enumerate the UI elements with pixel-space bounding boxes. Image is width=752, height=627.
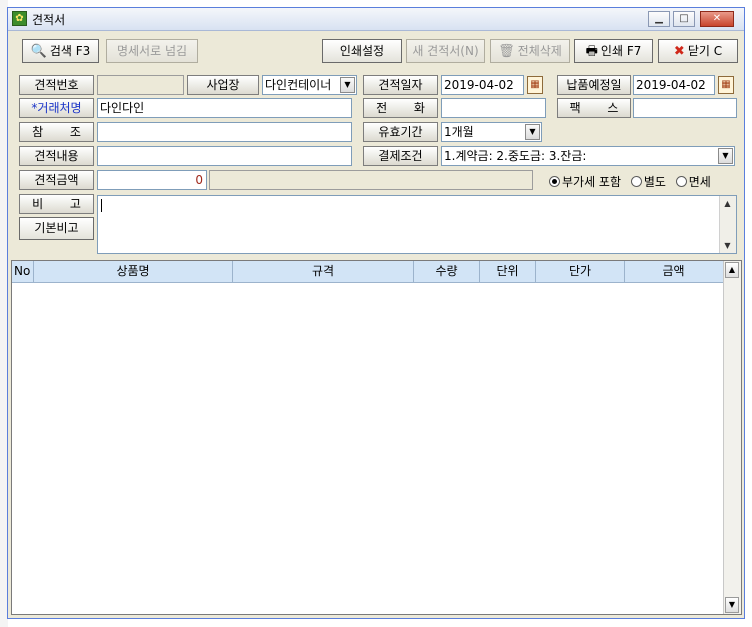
delivery-date-field[interactable]: 2019-04-02 bbox=[633, 75, 715, 95]
validity-label: 유효기간 bbox=[363, 122, 438, 142]
column-header[interactable]: 수량 bbox=[414, 261, 480, 282]
phone-field[interactable] bbox=[441, 98, 546, 118]
validity-value: 1개월 bbox=[444, 125, 474, 139]
close-button-label: 닫기 C bbox=[687, 44, 723, 58]
trash-icon: 🗑 bbox=[498, 43, 515, 59]
search-button-label: 검색 F3 bbox=[49, 44, 91, 58]
print-settings-label: 인쇄설정 bbox=[339, 44, 385, 58]
window-title: 견적서 bbox=[32, 13, 66, 27]
business-label: 사업장 bbox=[187, 75, 259, 95]
payment-select[interactable]: 1.계약금: 2.중도금: 3.잔금: ▼ bbox=[441, 146, 735, 166]
vat-separate-option[interactable]: 별도 bbox=[630, 175, 666, 189]
radio-selected-icon[interactable] bbox=[549, 176, 560, 187]
items-grid[interactable]: No 상품명 규격 수량 단위 단가 금액 ▲ ▼ bbox=[11, 260, 742, 615]
quote-date-label: 견적일자 bbox=[363, 75, 438, 95]
vat-exempt-label: 면세 bbox=[688, 175, 711, 189]
print-button-label: 인쇄 F7 bbox=[600, 44, 642, 58]
quote-no-label: 견적번호 bbox=[19, 75, 94, 95]
quote-date-field[interactable]: 2019-04-02 bbox=[441, 75, 524, 95]
scroll-up-icon[interactable]: ▲ bbox=[720, 196, 735, 211]
chevron-down-icon[interactable]: ▼ bbox=[525, 124, 540, 140]
print-settings-button[interactable]: 인쇄설정 bbox=[322, 39, 402, 63]
business-select[interactable]: 다인컨테이너 ▼ bbox=[262, 75, 357, 95]
column-header[interactable]: 금액 bbox=[625, 261, 722, 282]
amount-field[interactable]: 0 bbox=[97, 170, 207, 190]
vat-include-label: 부가세 포함 bbox=[562, 175, 622, 189]
delete-all-button[interactable]: 🗑 전체삭제 bbox=[490, 39, 570, 63]
app-icon: ✿ bbox=[12, 11, 27, 26]
chevron-down-icon[interactable]: ▼ bbox=[718, 148, 733, 164]
fax-label: 팩 스 bbox=[557, 98, 631, 118]
chevron-down-icon[interactable]: ▼ bbox=[340, 77, 355, 93]
quote-window: ✿ 견적서 ▁ □ ✕ 🔍 검색 F3 명세서로 넘김 인쇄설정 새 견적서(N)… bbox=[7, 7, 745, 619]
grid-header: No 상품명 규격 수량 단위 단가 금액 bbox=[12, 261, 724, 283]
fax-field[interactable] bbox=[633, 98, 737, 118]
client-field[interactable]: 다인다인 bbox=[97, 98, 352, 118]
quote-no-field[interactable] bbox=[97, 75, 184, 95]
calendar-icon[interactable]: ▦ bbox=[527, 76, 543, 94]
minimize-button[interactable]: ▁ bbox=[648, 11, 670, 27]
validity-select[interactable]: 1개월 ▼ bbox=[441, 122, 542, 142]
print-button[interactable]: 🖶 인쇄 F7 bbox=[574, 39, 653, 63]
column-header[interactable]: 단가 bbox=[536, 261, 625, 282]
payment-value: 1.계약금: 2.중도금: 3.잔금: bbox=[444, 149, 587, 163]
printer-icon: 🖶 bbox=[585, 43, 598, 59]
vat-include-option[interactable]: 부가세 포함 bbox=[549, 175, 621, 189]
red-x-icon: ✖ bbox=[673, 43, 685, 59]
note-label: 비 고 bbox=[19, 194, 94, 214]
grid-scrollbar[interactable]: ▲ ▼ bbox=[723, 261, 741, 614]
scroll-down-icon[interactable]: ▼ bbox=[725, 597, 739, 613]
business-value: 다인컨테이너 bbox=[265, 78, 332, 92]
column-header[interactable]: 규격 bbox=[233, 261, 414, 282]
vat-radio-group[interactable]: 부가세 포함 별도 면세 bbox=[549, 173, 717, 190]
content-field[interactable] bbox=[97, 146, 352, 166]
column-header[interactable]: No bbox=[12, 261, 34, 282]
note-textarea[interactable]: ▲ ▼ bbox=[97, 195, 737, 254]
amount-text-field bbox=[209, 170, 533, 190]
to-statement-label: 명세서로 넘김 bbox=[116, 44, 188, 58]
delete-all-label: 전체삭제 bbox=[517, 44, 562, 58]
column-header[interactable]: 상품명 bbox=[34, 261, 233, 282]
client-label: *거래처명 bbox=[19, 98, 94, 118]
radio-icon[interactable] bbox=[675, 176, 687, 187]
reference-field[interactable] bbox=[97, 122, 352, 142]
vat-exempt-option[interactable]: 면세 bbox=[675, 175, 711, 189]
close-window-button[interactable]: ✕ bbox=[700, 11, 734, 27]
to-statement-button[interactable]: 명세서로 넘김 bbox=[106, 39, 198, 63]
payment-label: 결제조건 bbox=[363, 146, 438, 166]
note-scrollbar[interactable]: ▲ ▼ bbox=[719, 196, 736, 253]
magnifier-icon: 🔍 bbox=[30, 43, 47, 59]
maximize-button[interactable]: □ bbox=[673, 11, 695, 27]
radio-icon[interactable] bbox=[630, 176, 642, 187]
text-caret bbox=[101, 199, 102, 212]
vat-separate-label: 별도 bbox=[643, 175, 666, 189]
close-button[interactable]: ✖ 닫기 C bbox=[658, 39, 738, 63]
column-header[interactable]: 단위 bbox=[480, 261, 536, 282]
new-quote-label: 새 견적서(N) bbox=[412, 44, 479, 58]
delivery-date-label: 납품예정일 bbox=[557, 75, 631, 95]
new-quote-button[interactable]: 새 견적서(N) bbox=[406, 39, 485, 63]
reference-label: 참 조 bbox=[19, 122, 94, 142]
scroll-down-icon[interactable]: ▼ bbox=[720, 238, 735, 253]
scroll-up-icon[interactable]: ▲ bbox=[725, 262, 739, 278]
content-label: 견적내용 bbox=[19, 146, 94, 166]
title-bar[interactable]: ✿ 견적서 ▁ □ ✕ bbox=[8, 8, 744, 31]
default-note-button[interactable]: 기본비고 bbox=[19, 217, 94, 240]
calendar-icon[interactable]: ▦ bbox=[718, 76, 734, 94]
amount-label: 견적금액 bbox=[19, 170, 94, 190]
phone-label: 전 화 bbox=[363, 98, 438, 118]
search-button[interactable]: 🔍 검색 F3 bbox=[22, 39, 99, 63]
